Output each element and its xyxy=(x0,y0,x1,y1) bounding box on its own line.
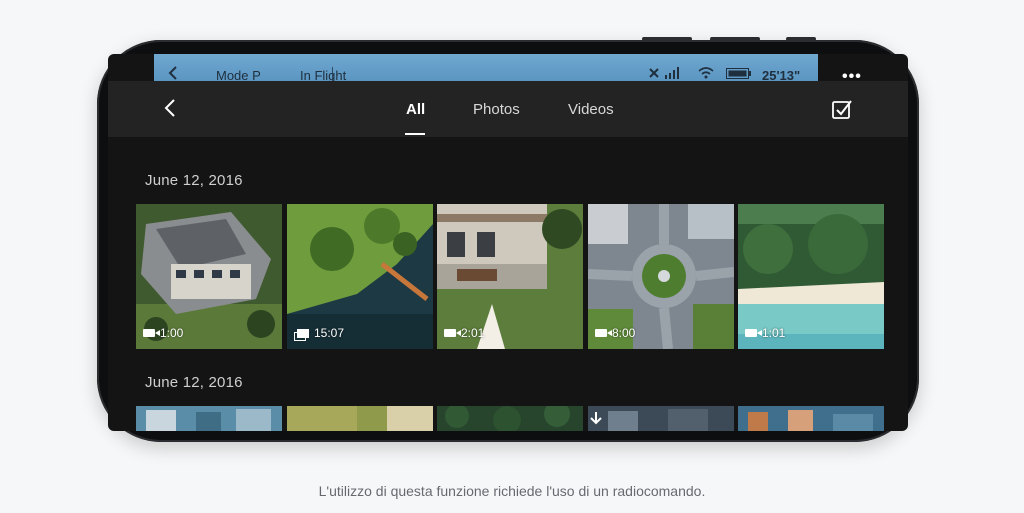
app-screen: Mode P In Flight 25'13" ••• All Photos V… xyxy=(108,54,908,431)
forest-image xyxy=(437,406,583,431)
page-caption: L'utilizzo di questa funzione richiede l… xyxy=(318,483,706,499)
checkbox-select-icon[interactable] xyxy=(831,98,853,120)
media-thumbnail[interactable]: 15:07 xyxy=(287,204,433,349)
video-duration: 8:00 xyxy=(612,326,636,340)
duration-badge: 15:07 xyxy=(294,326,345,341)
town-image xyxy=(588,406,734,431)
panorama-stack-icon xyxy=(294,328,309,341)
phone-volume-button xyxy=(710,37,760,41)
coast-image xyxy=(738,406,884,431)
phone-power-button xyxy=(786,37,816,41)
phone-volume-button xyxy=(642,37,692,41)
media-thumbnail[interactable] xyxy=(437,406,583,431)
album-navbar: All Photos Videos xyxy=(108,81,908,137)
battery-icon xyxy=(726,68,751,79)
video-duration: 1:00 xyxy=(160,326,184,340)
media-thumbnail[interactable]: 2:01 xyxy=(437,204,583,349)
tab-videos[interactable]: Videos xyxy=(568,101,614,118)
chevron-left-icon[interactable] xyxy=(168,65,178,81)
group-date: June 12, 2016 xyxy=(145,172,243,189)
signal-icon xyxy=(665,67,679,79)
satellite-icon xyxy=(649,68,659,78)
duration-badge: 1:01 xyxy=(745,326,785,340)
video-duration: 2:01 xyxy=(461,326,485,340)
media-thumbnail[interactable]: 1:00 xyxy=(136,204,282,349)
media-thumbnail[interactable] xyxy=(738,406,884,431)
active-tab-indicator xyxy=(405,133,425,135)
tab-photos[interactable]: Photos xyxy=(473,101,520,118)
video-duration: 15:07 xyxy=(314,326,345,340)
video-camera-icon xyxy=(143,329,160,337)
duration-badge: 8:00 xyxy=(595,326,635,340)
media-thumbnail[interactable] xyxy=(287,406,433,431)
media-thumbnail[interactable]: 8:00 xyxy=(588,204,734,349)
status-bar: Mode P In Flight 25'13" xyxy=(154,54,818,83)
media-thumbnail[interactable] xyxy=(588,406,734,431)
video-duration: 1:01 xyxy=(762,326,786,340)
video-camera-icon xyxy=(745,329,762,337)
media-thumbnail[interactable]: 1:01 xyxy=(738,204,884,349)
city-blue-image xyxy=(136,406,282,431)
group-date: June 12, 2016 xyxy=(145,374,243,391)
duration-badge: 2:01 xyxy=(444,326,484,340)
wifi-icon xyxy=(698,67,714,79)
field-image xyxy=(287,406,433,431)
video-camera-icon xyxy=(444,329,461,337)
duration-badge: 1:00 xyxy=(143,326,183,340)
chevron-left-icon[interactable] xyxy=(160,97,182,119)
tab-all[interactable]: All xyxy=(406,101,425,118)
video-camera-icon xyxy=(595,329,612,337)
media-thumbnail[interactable] xyxy=(136,406,282,431)
